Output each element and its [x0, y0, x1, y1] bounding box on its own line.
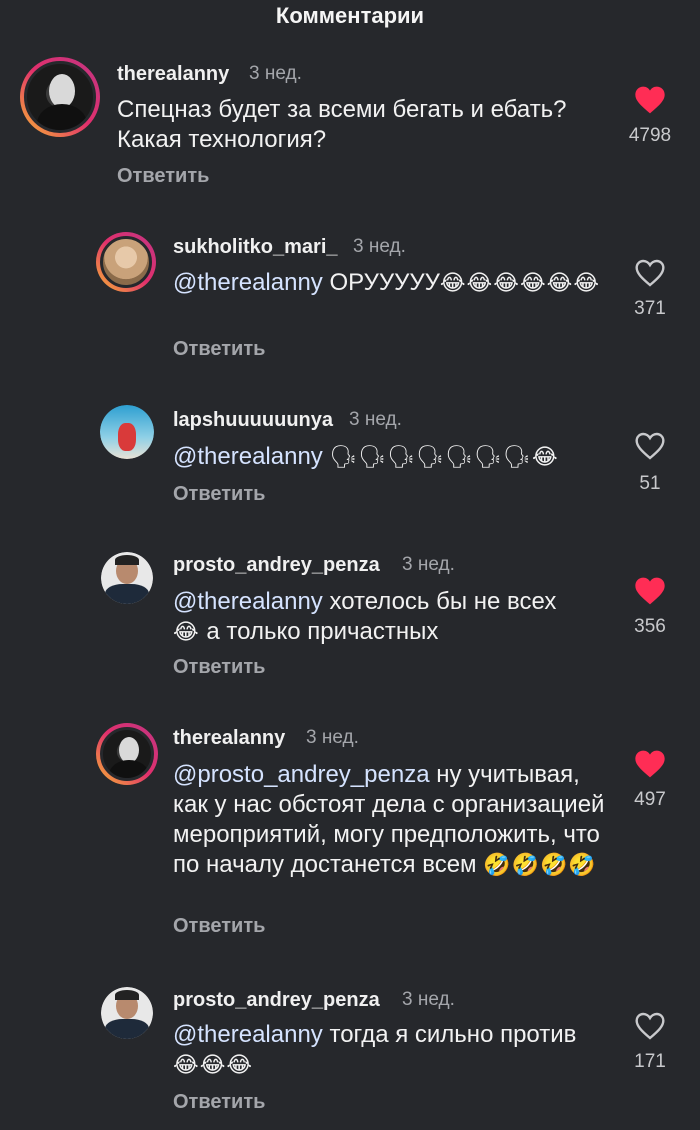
heart-outline-icon: [635, 259, 665, 287]
avatar[interactable]: [20, 57, 100, 137]
emoji: 😂😂😂😂😂😂: [439, 270, 601, 295]
like-button[interactable]: [630, 749, 670, 783]
mention-link[interactable]: @therealanny: [173, 443, 323, 470]
heart-outline-icon: [635, 432, 665, 460]
comment-time: 3 нед.: [349, 409, 402, 430]
avatar[interactable]: [100, 405, 154, 459]
reply-button[interactable]: Ответить: [117, 165, 209, 188]
comment-time: 3 нед.: [249, 63, 302, 84]
comment-username[interactable]: therealanny: [173, 727, 285, 750]
comment-time: 3 нед.: [402, 989, 455, 1010]
reply-button[interactable]: Ответить: [173, 483, 265, 506]
comment-text: @therealanny ОРУУУУУ😂😂😂😂😂😂: [173, 269, 601, 296]
like-button[interactable]: [630, 576, 670, 610]
avatar[interactable]: [101, 552, 153, 604]
page-title: Комментарии: [275, 3, 425, 28]
emoji: 😂😂😂: [173, 1052, 254, 1077]
heart-filled-icon: [635, 86, 665, 114]
comment-time: 3 нед.: [402, 554, 455, 575]
like-count: 371: [634, 298, 666, 319]
mention-link[interactable]: @therealanny: [173, 1021, 323, 1048]
comment-text: @therealanny хотелось бы не всех 😂 а тол…: [173, 588, 557, 645]
like-count: 51: [639, 473, 661, 494]
like-count: 171: [634, 1051, 666, 1072]
avatar[interactable]: [101, 987, 153, 1039]
comment-time: 3 нед.: [306, 727, 359, 748]
like-count: 497: [634, 789, 666, 810]
comment-text: @therealanny 🗣🗣🗣🗣🗣🗣🗣😂: [173, 442, 613, 472]
like-button[interactable]: [630, 431, 670, 465]
heart-filled-icon: [635, 750, 665, 778]
comment-username[interactable]: therealanny: [117, 63, 229, 86]
comment-text: Спецназ будет за всеми бегать и ебать? К…: [117, 96, 567, 153]
like-button[interactable]: [630, 1011, 670, 1045]
emoji: 🤣🤣🤣🤣: [483, 852, 597, 877]
comment-text: @prosto_andrey_penza ну учитывая, как у …: [173, 761, 605, 878]
mention-link[interactable]: @therealanny: [173, 269, 323, 296]
comment-text: @therealanny тогда я сильно против😂😂😂: [173, 1021, 577, 1077]
mention-link[interactable]: @therealanny: [173, 588, 323, 615]
emoji: 😂: [173, 619, 200, 644]
like-count: 356: [634, 616, 666, 637]
mention-link[interactable]: @prosto_andrey_penza: [173, 761, 430, 788]
comment-username[interactable]: sukholitko_mari_: [173, 236, 338, 259]
emoji: 🗣🗣🗣🗣🗣🗣🗣😂: [329, 444, 559, 469]
avatar[interactable]: [96, 723, 158, 785]
like-button[interactable]: [630, 258, 670, 292]
avatar[interactable]: [96, 232, 156, 292]
comment-time: 3 нед.: [353, 236, 406, 257]
like-button[interactable]: [630, 85, 670, 119]
like-count: 4798: [628, 125, 672, 146]
reply-button[interactable]: Ответить: [173, 915, 265, 938]
comment-username[interactable]: lapshuuuuuunya: [173, 409, 333, 432]
comment-username[interactable]: prosto_andrey_penza: [173, 989, 380, 1012]
comment-username[interactable]: prosto_andrey_penza: [173, 554, 380, 577]
heart-outline-icon: [635, 1012, 665, 1040]
heart-filled-icon: [635, 577, 665, 605]
reply-button[interactable]: Ответить: [173, 1091, 265, 1114]
reply-button[interactable]: Ответить: [173, 656, 265, 679]
reply-button[interactable]: Ответить: [173, 338, 265, 361]
